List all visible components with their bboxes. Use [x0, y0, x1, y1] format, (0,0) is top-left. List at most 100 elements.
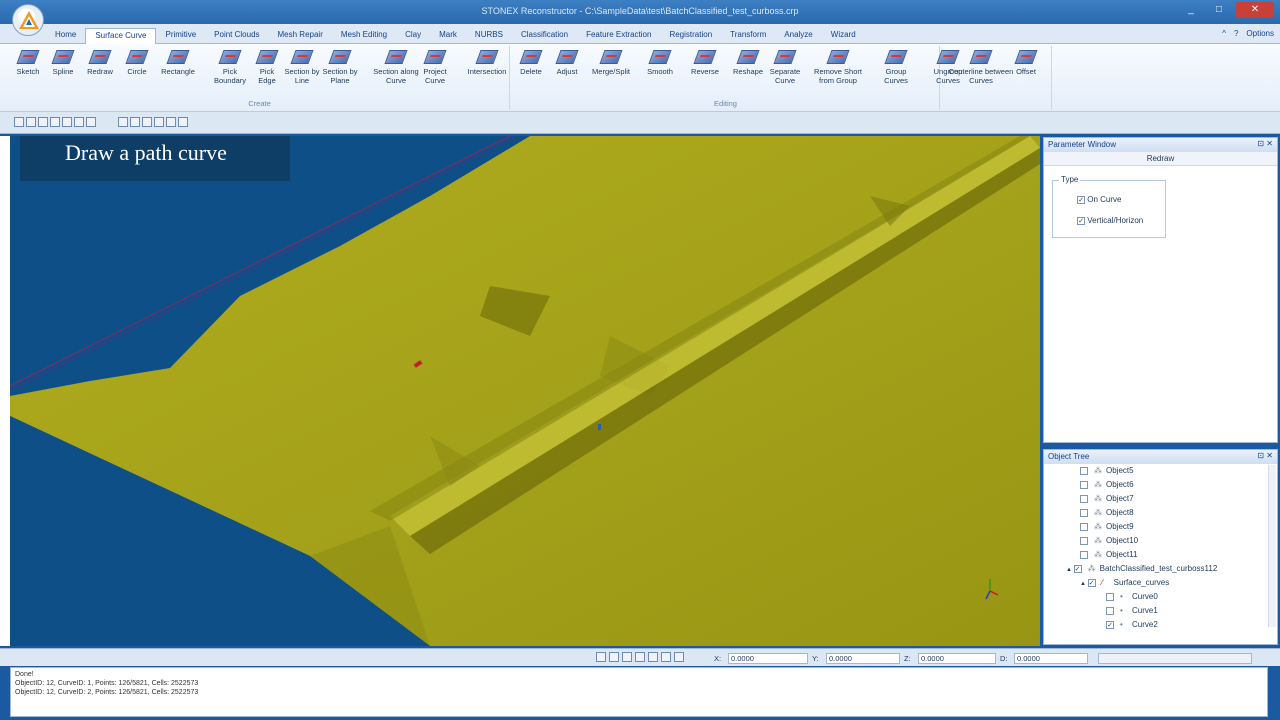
rectangle-button[interactable]: Rectangle — [158, 50, 198, 76]
tree-item-curve1[interactable]: • Curve1 — [1106, 606, 1158, 620]
redraw-button[interactable]: Redraw — [84, 50, 116, 76]
pin-icon[interactable]: ⊡ — [1257, 139, 1264, 148]
undo-icon[interactable] — [74, 117, 84, 127]
visibility-checkbox[interactable] — [1106, 592, 1114, 601]
redo-icon[interactable] — [86, 117, 96, 127]
ribbon-minimize-icon[interactable]: ^ — [1222, 29, 1226, 38]
tree-item-batchclassified-test-curboss112[interactable]: ▲ ✓ ⁂ BatchClassified_test_curboss112 — [1066, 564, 1217, 578]
tree-item-object7[interactable]: ⁂ Object7 — [1080, 494, 1134, 508]
pick-boundary-button[interactable]: Pick Boundary — [210, 50, 250, 85]
vertical-horizon-option[interactable]: ✓ Vertical/Horizon — [1077, 216, 1143, 225]
remove-short-from-group-button[interactable]: Remove Short from Group — [806, 50, 870, 85]
adjust-button[interactable]: Adjust — [552, 50, 582, 76]
tab-nurbs[interactable]: NURBS — [466, 28, 512, 44]
zoom-fit-icon[interactable] — [154, 117, 164, 127]
tab-surface-curve[interactable]: Surface Curve — [85, 28, 157, 44]
tab-wizard[interactable]: Wizard — [822, 28, 865, 44]
visibility-checkbox[interactable] — [1080, 480, 1088, 489]
visibility-checkbox[interactable] — [1106, 606, 1114, 615]
visibility-checkbox[interactable] — [1080, 550, 1088, 559]
section-by-line-button[interactable]: Section by Line — [284, 50, 320, 85]
close-button[interactable]: ✕ — [1236, 2, 1274, 18]
tab-transform[interactable]: Transform — [721, 28, 775, 44]
expand-icon[interactable]: ▲ — [1080, 581, 1088, 587]
smooth-button[interactable]: Smooth — [642, 50, 678, 76]
tree-item-object11[interactable]: ⁂ Object11 — [1080, 550, 1137, 564]
d-coordinate-field[interactable]: 0.0000 — [1014, 653, 1088, 664]
pick-edge-button[interactable]: Pick Edge — [252, 50, 282, 85]
visibility-checkbox[interactable]: ✓ — [1087, 578, 1096, 587]
tab-mesh-repair[interactable]: Mesh Repair — [269, 28, 332, 44]
tab-home[interactable]: Home — [46, 28, 85, 44]
view-icon[interactable] — [166, 117, 176, 127]
visibility-checkbox[interactable]: ✓ — [1073, 564, 1082, 573]
separate-curve-button[interactable]: Separate Curve — [766, 50, 804, 85]
reshape-button[interactable]: Reshape — [728, 50, 768, 76]
tab-mark[interactable]: Mark — [430, 28, 466, 44]
pin-icon[interactable]: ⊡ — [1257, 451, 1264, 460]
save-icon[interactable] — [62, 117, 72, 127]
visibility-checkbox[interactable] — [1080, 522, 1088, 531]
view-left-icon[interactable] — [622, 652, 632, 662]
view-front-icon[interactable] — [596, 652, 606, 662]
open-file-icon[interactable] — [26, 117, 36, 127]
section-by-plane-button[interactable]: Section by Plane — [322, 50, 358, 85]
visibility-checkbox[interactable] — [1080, 494, 1088, 503]
import-icon[interactable] — [38, 117, 48, 127]
tab-mesh-editing[interactable]: Mesh Editing — [332, 28, 396, 44]
tree-item-object10[interactable]: ⁂ Object10 — [1080, 536, 1138, 550]
tab-feature-extraction[interactable]: Feature Extraction — [577, 28, 660, 44]
help-icon[interactable]: ? — [1234, 29, 1238, 38]
view-iso-icon[interactable] — [674, 652, 684, 662]
tree-item-curve0[interactable]: • Curve0 — [1106, 592, 1158, 606]
app-menu-button[interactable] — [12, 4, 44, 36]
visibility-checkbox[interactable]: ✓ — [1106, 620, 1114, 629]
merge-split-button[interactable]: Merge/Split — [586, 50, 636, 76]
section-along-curve-button[interactable]: Section along Curve — [372, 50, 420, 85]
z-coordinate-field[interactable]: 0.0000 — [918, 653, 996, 664]
zoom-out-icon[interactable] — [142, 117, 152, 127]
object-tree-scrollbar[interactable] — [1268, 465, 1276, 627]
tab-clay[interactable]: Clay — [396, 28, 430, 44]
panel-close-icon[interactable]: ✕ — [1266, 139, 1273, 148]
visibility-checkbox[interactable] — [1080, 536, 1088, 545]
circle-button[interactable]: Circle — [122, 50, 152, 76]
select-icon[interactable] — [118, 117, 128, 127]
centerline-between-curves-button[interactable]: Centerline between Curves — [946, 50, 1016, 85]
project-curve-button[interactable]: Project Curve — [418, 50, 452, 85]
minimize-button[interactable]: _ — [1180, 2, 1202, 18]
panel-close-icon[interactable]: ✕ — [1266, 451, 1273, 460]
options-menu[interactable]: Options — [1246, 29, 1274, 38]
visibility-checkbox[interactable] — [1080, 508, 1088, 517]
y-coordinate-field[interactable]: 0.0000 — [826, 653, 900, 664]
dropdown-icon[interactable] — [178, 117, 188, 127]
visibility-checkbox[interactable] — [1080, 466, 1088, 475]
spline-button[interactable]: Spline — [48, 50, 78, 76]
view-back-icon[interactable] — [609, 652, 619, 662]
intersection-button[interactable]: Intersection — [460, 50, 514, 76]
tab-registration[interactable]: Registration — [660, 28, 721, 44]
tree-item-object5[interactable]: ⁂ Object5 — [1080, 466, 1134, 480]
tree-item-object8[interactable]: ⁂ Object8 — [1080, 508, 1134, 522]
view-top-icon[interactable] — [648, 652, 658, 662]
delete-button[interactable]: Delete — [516, 50, 546, 76]
expand-icon[interactable]: ▲ — [1066, 567, 1074, 573]
3d-viewport[interactable]: Draw a path curve — [10, 136, 1040, 646]
new-file-icon[interactable] — [14, 117, 24, 127]
tab-classification[interactable]: Classification — [512, 28, 577, 44]
tree-item-surface-curves[interactable]: ▲ ✓ ⁄ Surface_curves — [1080, 578, 1169, 592]
tab-primitive[interactable]: Primitive — [156, 28, 205, 44]
tab-analyze[interactable]: Analyze — [775, 28, 821, 44]
tree-item-object6[interactable]: ⁂ Object6 — [1080, 480, 1134, 494]
output-console[interactable]: Done! ObjectID: 12, CurveID: 1, Points: … — [10, 667, 1268, 717]
offset-button[interactable]: Offset — [1012, 50, 1040, 76]
zoom-in-icon[interactable] — [130, 117, 140, 127]
tab-point-clouds[interactable]: Point Clouds — [205, 28, 268, 44]
tree-item-curve2[interactable]: ✓ • Curve2 — [1106, 620, 1158, 634]
view-bottom-icon[interactable] — [661, 652, 671, 662]
x-coordinate-field[interactable]: 0.0000 — [728, 653, 808, 664]
sketch-button[interactable]: Sketch — [14, 50, 42, 76]
reverse-button[interactable]: Reverse — [688, 50, 722, 76]
tree-item-object9[interactable]: ⁂ Object9 — [1080, 522, 1134, 536]
maximize-button[interactable]: □ — [1208, 2, 1230, 18]
